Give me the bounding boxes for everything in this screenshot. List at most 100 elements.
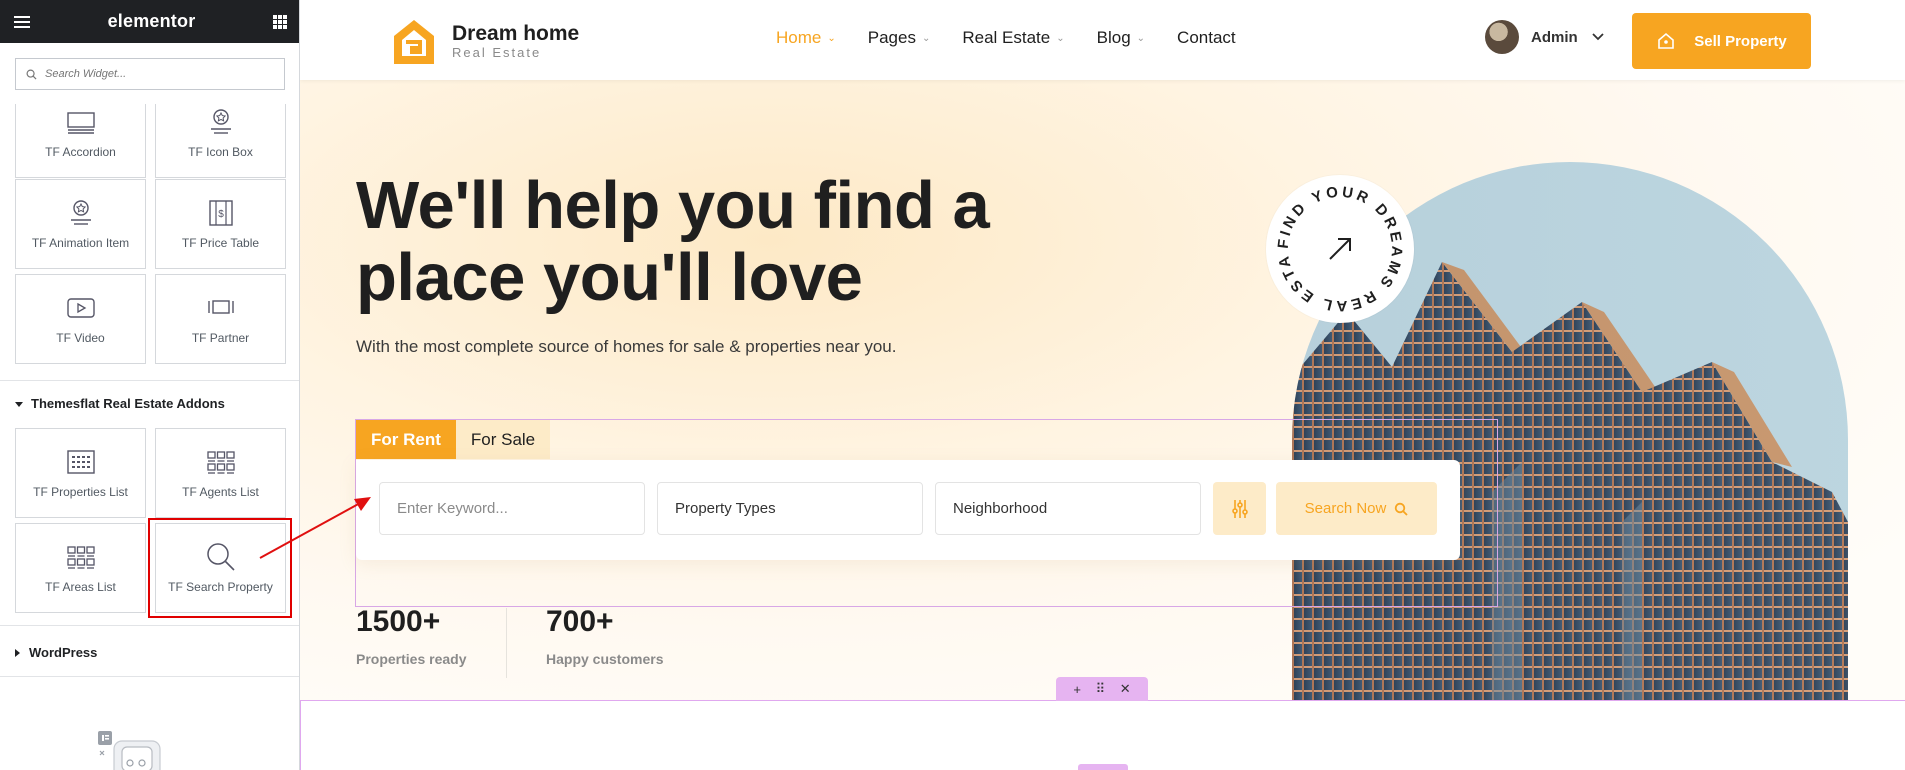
search-now-button[interactable]: Search Now: [1276, 482, 1437, 535]
sell-property-button[interactable]: Sell Property: [1632, 13, 1811, 69]
hero-section: We'll help you find a place you'll love …: [300, 80, 1905, 702]
divider: [0, 676, 299, 677]
logo-name: Dream home: [452, 22, 580, 45]
widget-tf-agents-list[interactable]: TF Agents List: [155, 428, 286, 518]
caret-right-icon: [15, 645, 21, 660]
neighborhood-select[interactable]: Neighborhood: [935, 482, 1201, 535]
site-header: Dream home Real Estate Home ⌄ Pages ⌄ Real…: [300, 0, 1905, 80]
widgets-grid-icon[interactable]: [272, 14, 287, 29]
next-section-placeholder: [300, 701, 1905, 770]
search-now-label: Search Now: [1304, 500, 1387, 517]
elementor-panel: elementor TF Accordion TF Icon Box: [0, 0, 300, 770]
widget-tf-areas-list[interactable]: TF Areas List: [15, 523, 146, 613]
nav-blog[interactable]: Blog ⌄: [1097, 28, 1145, 48]
main-nav: Home ⌄ Pages ⌄ Real Estate ⌄ Blog ⌄ Contact: [776, 28, 1268, 48]
stat-divider: [506, 608, 507, 678]
widget-label: TF Animation Item: [31, 236, 130, 250]
panel-header: elementor: [0, 0, 299, 43]
sell-property-label: Sell Property: [1694, 32, 1787, 50]
close-icon[interactable]: ✕: [1120, 681, 1131, 697]
drag-handle-icon[interactable]: ⠿: [1096, 681, 1106, 697]
tab-for-sale[interactable]: For Sale: [455, 420, 551, 459]
property-search-form: Enter Keyword... Property Types Neighbor…: [356, 460, 1460, 560]
chevron-down-icon: [1592, 30, 1604, 44]
house-logo-icon: [394, 20, 434, 64]
headline-line-1: We'll help you find a: [356, 168, 990, 243]
property-types-select[interactable]: Property Types: [657, 482, 923, 535]
widget-label: TF Areas List: [45, 580, 116, 594]
svg-text:FIND YOUR DREAMS REAL ESTATE: FIND YOUR DREAMS REAL ESTATE: [1266, 175, 1405, 314]
widget-label: TF Video: [56, 331, 105, 345]
widget-search-input[interactable]: [45, 68, 265, 80]
user-name: Admin: [1531, 28, 1578, 46]
nav-real-estate[interactable]: Real Estate ⌄: [962, 28, 1064, 48]
stat-customers: 700+ Happy customers: [546, 605, 736, 667]
avatar: [1485, 20, 1519, 54]
home-icon: [1658, 32, 1675, 49]
category-themesflat[interactable]: Themesflat Real Estate Addons: [15, 396, 225, 411]
search-icon: [1395, 502, 1408, 516]
stat-value: 700+: [546, 605, 614, 638]
widget-list: TF Accordion TF Icon Box TF Animation It…: [0, 104, 299, 770]
svg-text:$: $: [218, 209, 224, 220]
properties-list-icon: [65, 447, 97, 477]
divider: [0, 625, 299, 626]
nav-label: Blog: [1096, 28, 1131, 47]
category-label: Themesflat Real Estate Addons: [31, 396, 225, 411]
logo-subtitle: Real Estate: [452, 45, 542, 60]
category-label: WordPress: [29, 645, 98, 660]
page-preview: Dream home Real Estate Home ⌄ Pages ⌄ Real…: [300, 0, 1905, 770]
widget-tf-icon-box[interactable]: TF Icon Box: [155, 104, 286, 178]
widget-tf-video[interactable]: TF Video: [15, 274, 146, 364]
accordion-icon: [65, 107, 97, 137]
menu-icon[interactable]: [14, 15, 30, 28]
nav-home[interactable]: Home ⌄: [776, 28, 836, 48]
hero-stats: 1500+ Properties ready 700+ Happy custom…: [356, 605, 736, 667]
nav-pages[interactable]: Pages ⌄: [868, 28, 931, 48]
next-section-handle[interactable]: [1078, 764, 1128, 770]
stat-label: Properties ready: [356, 651, 467, 667]
chevron-down-icon: ⌄: [921, 32, 931, 44]
nav-label: Real Estate: [962, 28, 1051, 47]
badge-circular-text: FIND YOUR DREAMS REAL ESTATE: [1266, 175, 1402, 314]
panel-brand: elementor: [107, 11, 196, 31]
nav-label: Home: [776, 28, 822, 47]
keyword-input[interactable]: Enter Keyword...: [379, 482, 645, 535]
chevron-down-icon: ⌄: [1136, 32, 1146, 44]
site-logo[interactable]: Dream home Real Estate: [392, 18, 579, 66]
widget-tf-price-table[interactable]: $ TF Price Table: [155, 179, 286, 269]
price-table-icon: $: [205, 198, 237, 228]
chevron-down-icon: ⌄: [827, 32, 836, 44]
search-tabs: For Rent For Sale: [356, 420, 551, 459]
nav-contact[interactable]: Contact: [1177, 28, 1236, 48]
widget-tf-properties-list[interactable]: TF Properties List: [15, 428, 146, 518]
hero-headline: We'll help you find a place you'll love: [356, 168, 990, 314]
partner-icon: [205, 293, 237, 323]
tab-for-rent[interactable]: For Rent: [356, 420, 456, 459]
nav-label: Contact: [1177, 28, 1236, 47]
stat-value: 1500+: [356, 605, 441, 638]
user-menu[interactable]: Admin: [1485, 20, 1604, 54]
sliders-icon: [1231, 499, 1248, 518]
hero-subline: With the most complete source of homes f…: [356, 337, 897, 356]
stat-properties: 1500+ Properties ready: [356, 605, 546, 667]
agents-list-icon: [205, 447, 237, 477]
add-icon[interactable]: +: [1073, 682, 1081, 697]
selected-widget-highlight: [148, 518, 292, 618]
widget-tf-partner[interactable]: TF Partner: [155, 274, 286, 364]
icon-box-icon: [205, 107, 237, 137]
widget-label: TF Icon Box: [188, 145, 253, 159]
widget-tf-accordion[interactable]: TF Accordion: [15, 104, 146, 178]
arrow-up-right-icon: [1329, 238, 1351, 260]
widget-label: TF Properties List: [33, 485, 128, 499]
advanced-filter-button[interactable]: [1213, 482, 1266, 535]
nav-label: Pages: [867, 28, 916, 47]
category-wordpress[interactable]: WordPress: [15, 645, 97, 660]
widget-label: TF Price Table: [181, 236, 260, 250]
widget-search[interactable]: [15, 58, 285, 90]
widget-tf-animation-item[interactable]: TF Animation Item: [15, 179, 146, 269]
widget-label: TF Partner: [191, 331, 250, 345]
find-your-dreams-badge[interactable]: FIND YOUR DREAMS REAL ESTATE: [1266, 175, 1414, 323]
chevron-down-icon: ⌄: [1056, 32, 1065, 44]
divider: [0, 380, 299, 381]
